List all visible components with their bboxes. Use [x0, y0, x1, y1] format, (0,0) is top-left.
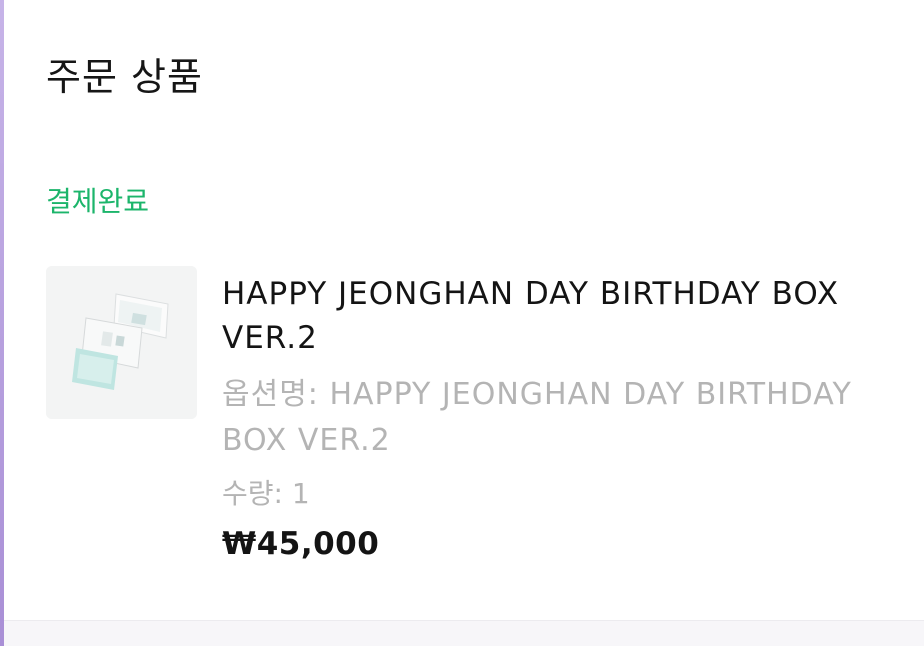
- order-products-page: 주문 상품 결제완료 HAPPY JEONGHAN DAY BIRTHDAY B…: [0, 0, 924, 646]
- payment-status-label: 결제완료: [46, 185, 150, 218]
- section-title: 주문 상품: [46, 55, 203, 99]
- section-divider: [4, 620, 924, 646]
- product-quantity: 수량: 1: [222, 477, 310, 510]
- product-box-image: [46, 266, 197, 419]
- product-thumbnail[interactable]: [46, 266, 197, 419]
- product-option: 옵션명: HAPPY JEONGHAN DAY BIRTHDAY BOX VER…: [222, 377, 852, 458]
- product-price: ₩45,000: [222, 526, 380, 562]
- left-edge-accent: [0, 0, 4, 646]
- product-name[interactable]: HAPPY JEONGHAN DAY BIRTHDAY BOX VER.2: [222, 272, 882, 360]
- product-info: HAPPY JEONGHAN DAY BIRTHDAY BOX VER.2 옵션…: [222, 272, 882, 562]
